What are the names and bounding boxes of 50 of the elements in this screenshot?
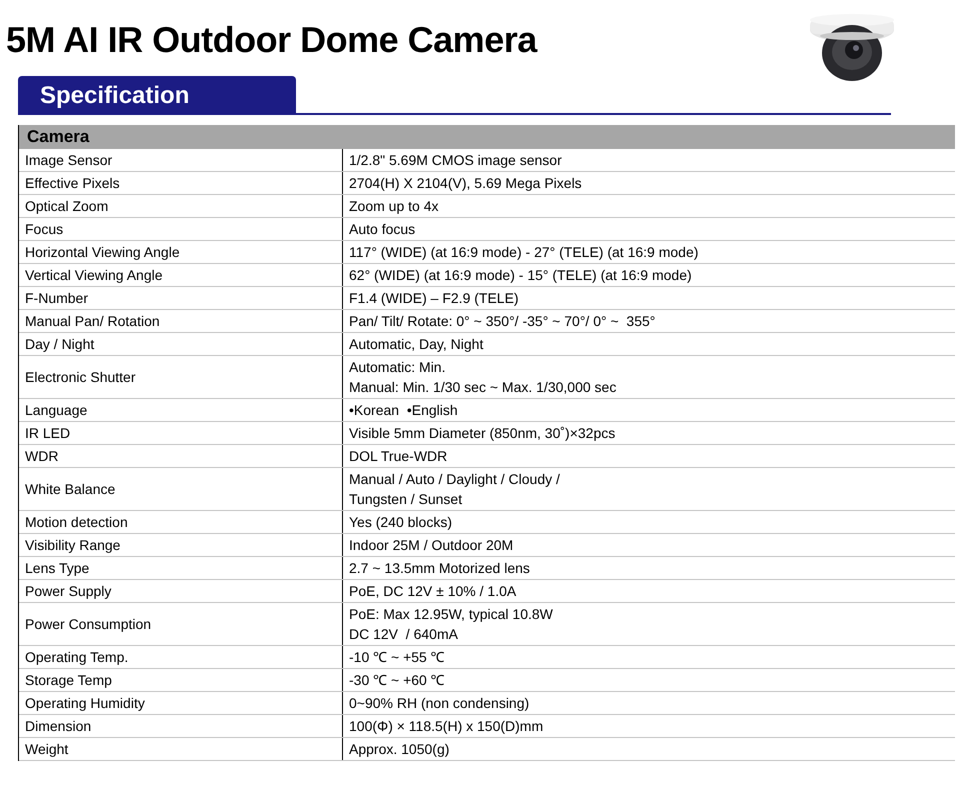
table-cell-text: 100(Φ) × 118.5(H) x 150(D)mm xyxy=(348,717,544,736)
table-cell-text: F1.4 (WIDE) – F2.9 (TELE) xyxy=(348,289,520,308)
table-cell: Weight xyxy=(19,738,343,760)
table-cell-text: Automatic: Min. Manual: Min. 1/30 sec ~ Max. 1/30,000 sec xyxy=(348,358,618,397)
table-cell: Horizontal Viewing Angle xyxy=(19,241,343,263)
table-cell: Optical Zoom xyxy=(19,195,343,217)
table-cell-text: •Korean •English xyxy=(348,401,459,420)
table-cell: Electronic Shutter xyxy=(19,356,343,398)
table-cell-text: Automatic, Day, Night xyxy=(348,335,484,354)
table-cell-text: Yes (240 blocks) xyxy=(348,513,453,532)
table-cell: IR LED xyxy=(19,422,343,444)
table-cell: Operating Temp. xyxy=(19,646,343,668)
table-cell: White Balance xyxy=(19,468,343,510)
table-cell: Focus xyxy=(19,218,343,240)
table-cell-text: Manual / Auto / Daylight / Cloudy / Tungsten / Sunset xyxy=(348,470,561,509)
table-cell: Power Supply xyxy=(19,580,343,602)
table-cell: Day / Night xyxy=(19,333,343,355)
table-cell: Operating Humidity xyxy=(19,692,343,714)
table-cell: F-Number xyxy=(19,287,343,309)
table-cell-text: 1/2.8" 5.69M CMOS image sensor xyxy=(348,151,563,170)
table-cell-text: 0~90% RH (non condensing) xyxy=(348,694,530,713)
table-cell: WDR xyxy=(19,445,343,467)
page-title: 5M AI IR Outdoor Dome Camera xyxy=(6,18,537,62)
table-cell-text: 2.7 ~ 13.5mm Motorized lens xyxy=(348,559,531,578)
table-cell: Manual Pan/ Rotation xyxy=(19,310,343,332)
table-cell: Language xyxy=(19,399,343,421)
table-cell: Image Sensor xyxy=(19,149,343,171)
table-cell: Visibility Range xyxy=(19,534,343,556)
table-cell: Motion detection xyxy=(19,511,343,533)
table-cell: Power Consumption xyxy=(19,603,343,645)
table-cell-text: Auto focus xyxy=(348,220,416,239)
table-cell-text: Zoom up to 4x xyxy=(348,197,440,216)
table-cell-text: 117° (WIDE) (at 16:9 mode) - 27° (TELE) (at 16:9 mode) xyxy=(348,243,700,262)
table-cell-text: 62° (WIDE) (at 16:9 mode) - 15° (TELE) (at 16:9 mode) xyxy=(348,266,693,285)
table-cell: Lens Type xyxy=(19,557,343,579)
table-cell: Vertical Viewing Angle xyxy=(19,264,343,286)
table-cell-text: PoE, DC 12V ± 10% / 1.0A xyxy=(348,582,518,601)
table-cell-text: DOL True-WDR xyxy=(348,447,448,466)
table-cell-text: 2704(H) X 2104(V), 5.69 Mega Pixels xyxy=(348,174,583,193)
table-cell-text: PoE: Max 12.95W, typical 10.8W DC 12V / 640mA xyxy=(348,605,554,644)
table-cell-text: -10 ℃ ~ +55 ℃ xyxy=(348,648,446,667)
table-cell-text: Approx. 1050(g) xyxy=(348,740,450,759)
table-cell-text: Pan/ Tilt/ Rotate: 0° ~ 350°/ -35° ~ 70°/ 0° ~ 355° xyxy=(348,312,656,331)
table-cell: Dimension xyxy=(19,715,343,737)
table-cell-text: -30 ℃ ~ +60 ℃ xyxy=(348,671,446,690)
table-cell: Effective Pixels xyxy=(19,172,343,194)
table-cell-text: Indoor 25M / Outdoor 20M xyxy=(348,536,514,555)
group-header: Camera xyxy=(19,125,955,149)
table-cell-text: Visible 5mm Diameter (850nm, 30˚)×32pcs xyxy=(348,424,616,443)
table-cell: Storage Temp xyxy=(19,669,343,691)
